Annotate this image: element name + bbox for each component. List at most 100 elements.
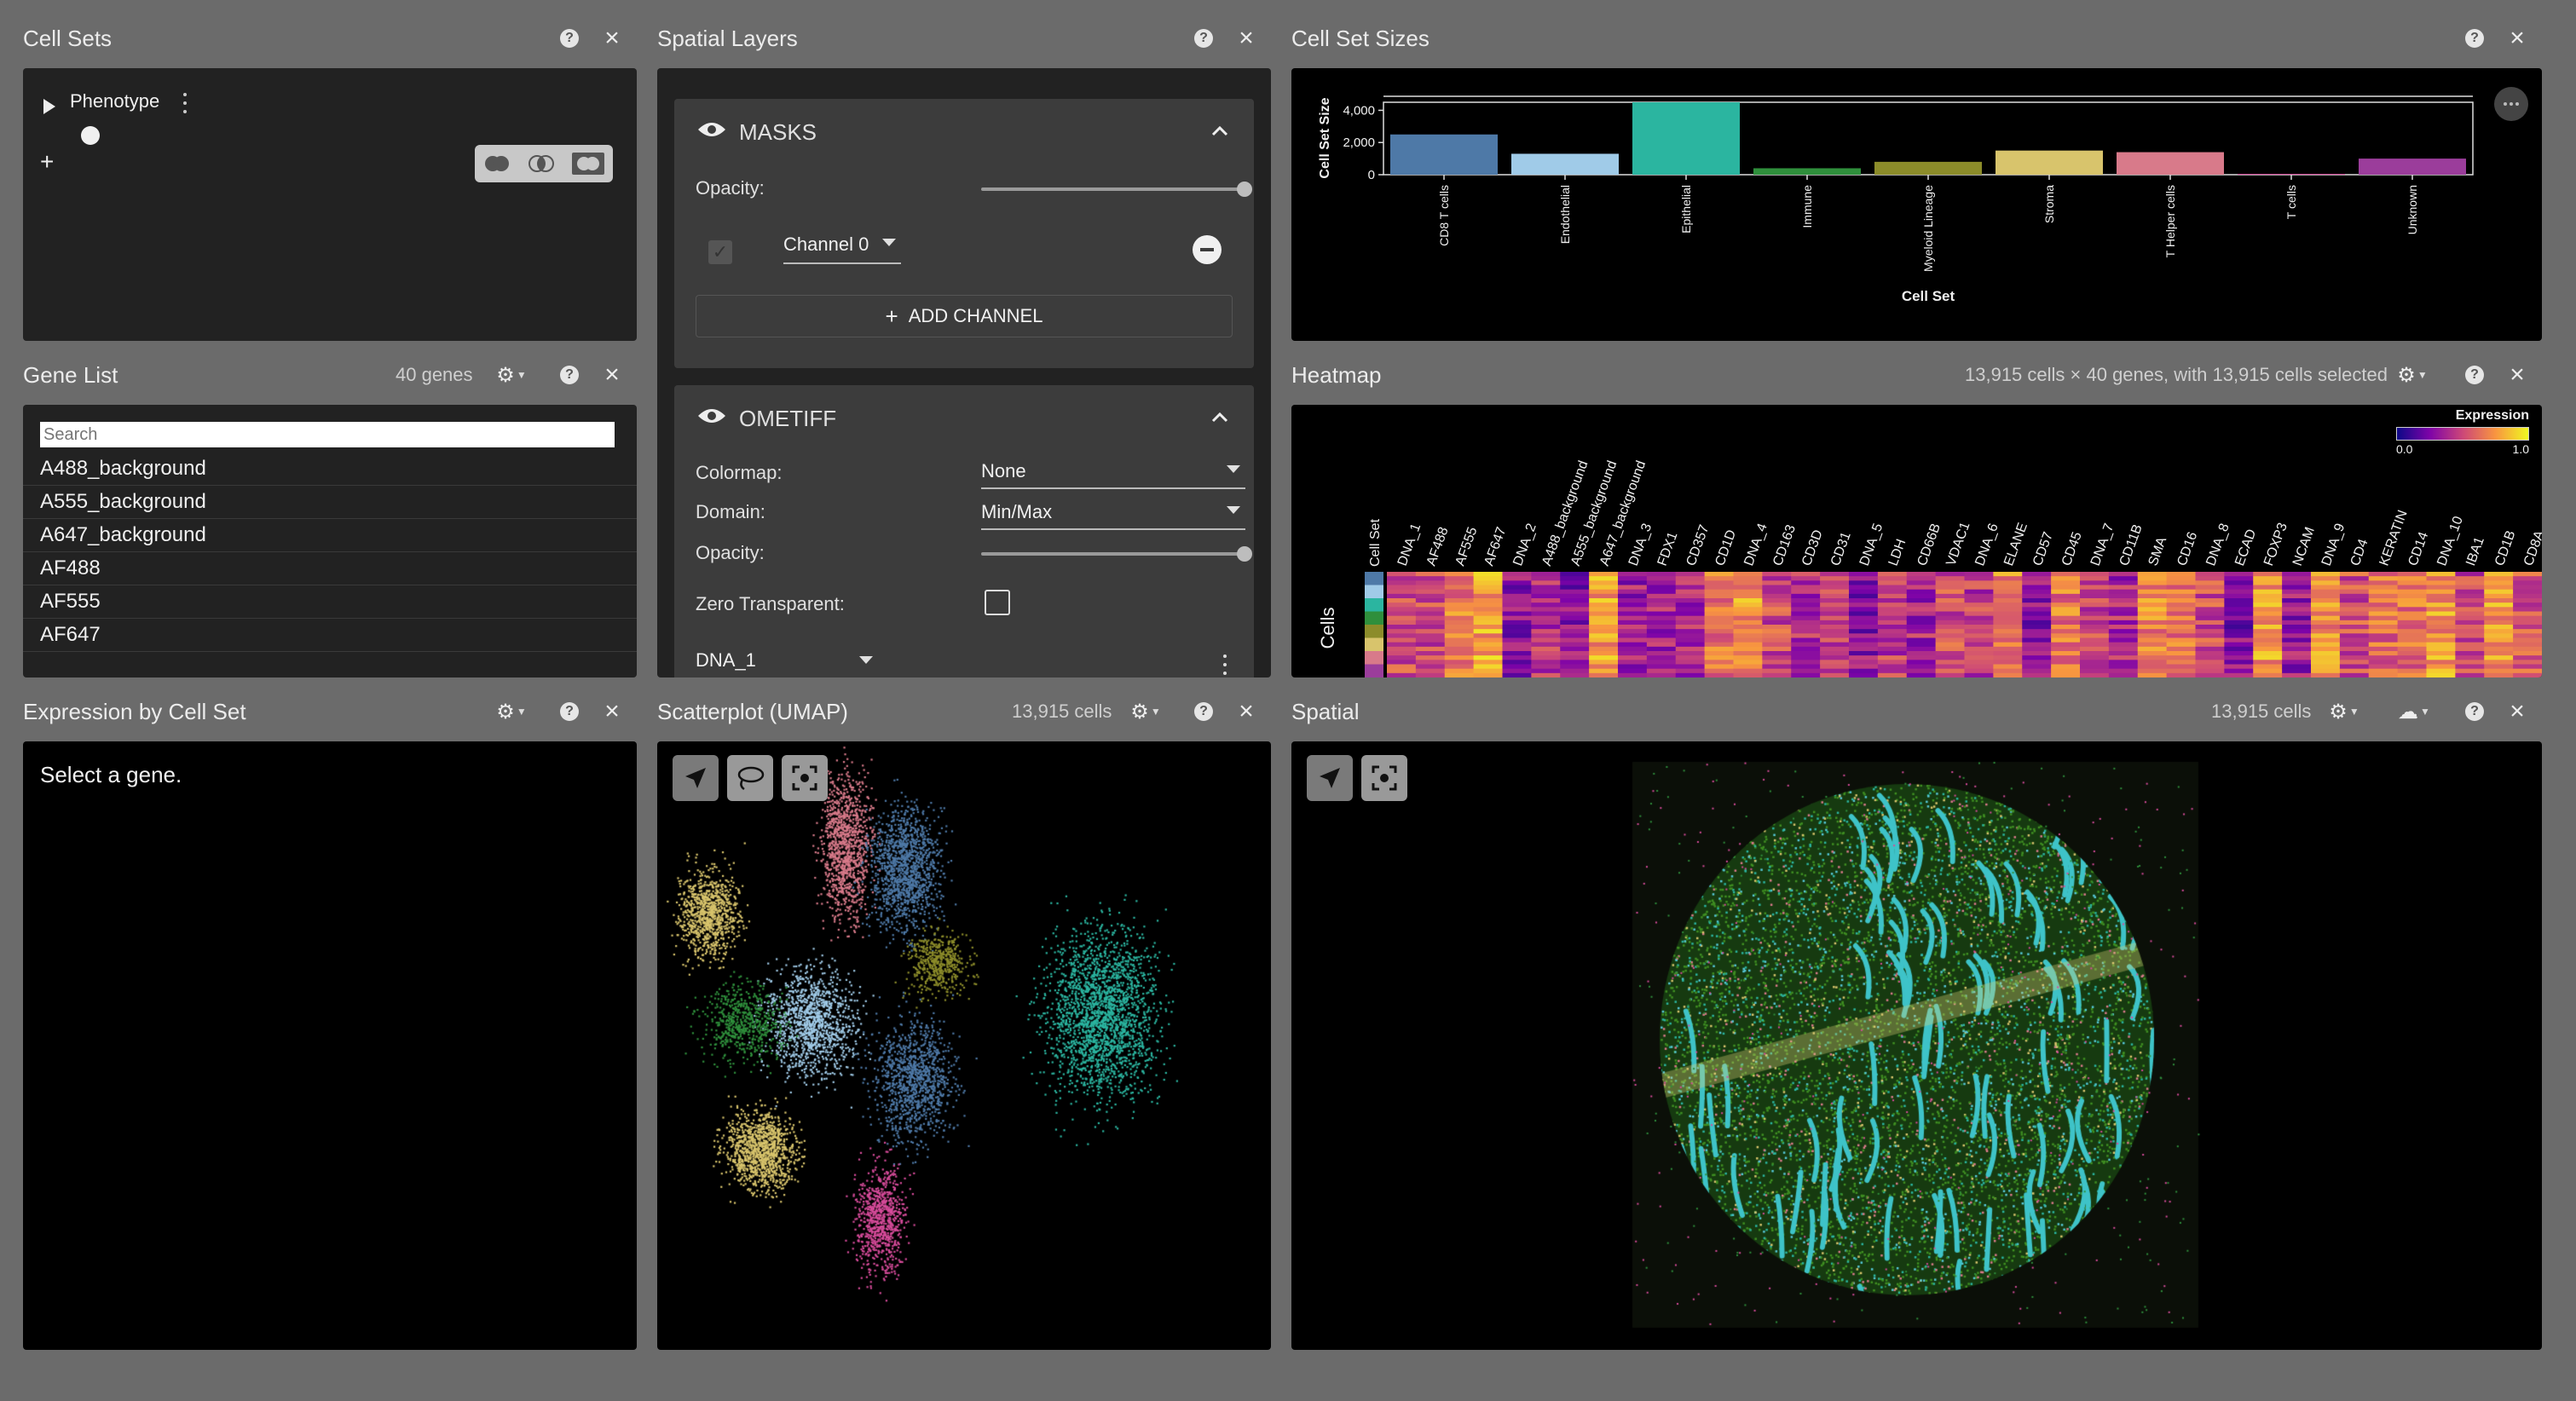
gear-icon[interactable]: ⚙ ▼ (2323, 699, 2365, 724)
gene-item[interactable]: AF555 (23, 585, 637, 619)
domain-select[interactable]: Min/Max (981, 501, 1245, 530)
heatmap-cell (2513, 576, 2542, 581)
heatmap-cell (2397, 576, 2427, 581)
collapse-chevron-icon[interactable] (1211, 412, 1228, 423)
cloud-download-icon[interactable]: ☁ ▼ (2391, 699, 2437, 724)
heatmap-cell (1964, 629, 1994, 634)
heatmap-cell (1733, 642, 1763, 648)
recenter-button[interactable] (1361, 755, 1407, 801)
heatmap-cell (1704, 589, 1734, 595)
tree-item-phenotype[interactable]: Phenotype (70, 90, 159, 112)
close-icon[interactable]: × (599, 362, 625, 388)
gene-label: AF647 (1481, 525, 1509, 568)
help-icon[interactable]: ? (1191, 26, 1216, 51)
heatmap-cell (2311, 642, 2341, 648)
heatmap-chart[interactable]: DNA_1 AF488 AF555 AF647 DNA_2 A488_background… (1291, 405, 2542, 677)
channel-checkbox[interactable]: ✓ (708, 240, 732, 264)
close-icon[interactable]: × (2504, 699, 2530, 724)
heatmap-cell (1502, 598, 1532, 603)
masks-layer-card: MASKS Opacity: ✓ Channel 0 + ADD CHANNEL (674, 99, 1254, 368)
heatmap-cell (1877, 593, 1908, 599)
spatial-image[interactable] (1291, 741, 2542, 1350)
radio-dot[interactable] (81, 126, 100, 145)
colormap-select[interactable]: None (981, 460, 1245, 489)
close-icon[interactable]: × (2504, 362, 2530, 388)
add-channel-button[interactable]: + ADD CHANNEL (696, 295, 1233, 337)
gene-item[interactable]: A488_background (23, 453, 637, 486)
more-options-icon[interactable] (180, 90, 190, 116)
heatmap-cell (2137, 602, 2168, 608)
bar (2117, 152, 2224, 175)
layer-name: MASKS (739, 119, 817, 145)
heatmap-cell (2311, 651, 2341, 656)
help-icon[interactable]: ? (2462, 26, 2487, 51)
collapse-chevron-icon[interactable] (1211, 126, 1228, 136)
help-icon[interactable]: ? (2462, 362, 2487, 388)
intersection-icon[interactable] (527, 154, 556, 173)
heatmap-cell (1502, 664, 1532, 670)
complement-icon[interactable] (571, 152, 605, 176)
heatmap-cell (1473, 620, 1503, 626)
heatmap-cell (1762, 572, 1792, 577)
x-tick-label: Immune (1800, 185, 1814, 228)
remove-channel-icon[interactable] (1193, 235, 1222, 264)
help-icon[interactable]: ? (557, 699, 582, 724)
lasso-tool-button[interactable] (727, 755, 773, 801)
close-icon[interactable]: × (2504, 26, 2530, 51)
heatmap-cell (2397, 633, 2427, 638)
heatmap-cell (2368, 664, 2399, 670)
heatmap-cell (1820, 585, 1850, 591)
close-icon[interactable]: × (599, 699, 625, 724)
umap-plot[interactable] (657, 741, 1271, 1350)
heatmap-cell (1415, 629, 1446, 634)
gear-icon[interactable]: ⚙ ▼ (490, 699, 533, 724)
heatmap-cell (1762, 646, 1792, 652)
help-icon[interactable]: ? (2462, 699, 2487, 724)
add-set-button[interactable]: + (40, 148, 54, 176)
close-icon[interactable]: × (599, 26, 625, 51)
close-icon[interactable]: × (1233, 699, 1259, 724)
eye-icon[interactable] (696, 119, 727, 140)
heatmap-cell (1560, 655, 1590, 660)
heatmap-cell (2311, 629, 2341, 634)
heatmap-cell (1877, 642, 1908, 648)
heatmap-cell (1820, 651, 1850, 656)
gear-icon[interactable]: ⚙ ▼ (2391, 362, 2434, 388)
gear-icon[interactable]: ⚙ ▼ (490, 362, 533, 388)
gene-item[interactable]: AF488 (23, 552, 637, 585)
heatmap-cell (1964, 615, 1994, 621)
heatmap-cell (1906, 611, 1937, 617)
union-icon[interactable] (482, 154, 511, 173)
heatmap-cell (1935, 625, 1965, 630)
pointer-tool-button[interactable] (1307, 755, 1353, 801)
heatmap-cell (1589, 629, 1619, 634)
gene-item[interactable]: A647_background (23, 519, 637, 552)
heatmap-cell (1618, 602, 1648, 608)
x-axis-label: Cell Set (1902, 288, 1955, 304)
pointer-tool-button[interactable] (673, 755, 719, 801)
more-options-icon[interactable] (1223, 654, 1228, 675)
eye-icon[interactable] (696, 406, 727, 426)
help-icon[interactable]: ? (1191, 699, 1216, 724)
expand-triangle-icon[interactable] (43, 99, 55, 114)
help-icon[interactable]: ? (557, 362, 582, 388)
gene-item[interactable]: AF647 (23, 619, 637, 652)
zero-transparent-checkbox[interactable] (985, 590, 1010, 615)
recenter-button[interactable] (782, 755, 828, 801)
close-icon[interactable]: × (1233, 26, 1259, 51)
bar (1996, 150, 2103, 175)
help-icon[interactable]: ? (557, 26, 582, 51)
heatmap-cell (2195, 580, 2225, 585)
gene-item[interactable]: A555_background (23, 486, 637, 519)
heatmap-cell (2051, 602, 2081, 608)
chart-actions-button[interactable] (2494, 87, 2528, 121)
cell-sets-panel: Cell Sets ? × Phenotype + (23, 0, 637, 341)
channel-select[interactable]: Channel 0 (783, 234, 901, 264)
gear-icon[interactable]: ⚙ ▼ (1124, 699, 1167, 724)
heatmap-cell (2368, 651, 2399, 656)
heatmap-cell (1704, 593, 1734, 599)
search-input[interactable] (40, 422, 615, 447)
ometiff-opacity-slider[interactable] (981, 546, 1252, 562)
heatmap-cell (1820, 637, 1850, 643)
masks-opacity-slider[interactable] (981, 182, 1252, 197)
